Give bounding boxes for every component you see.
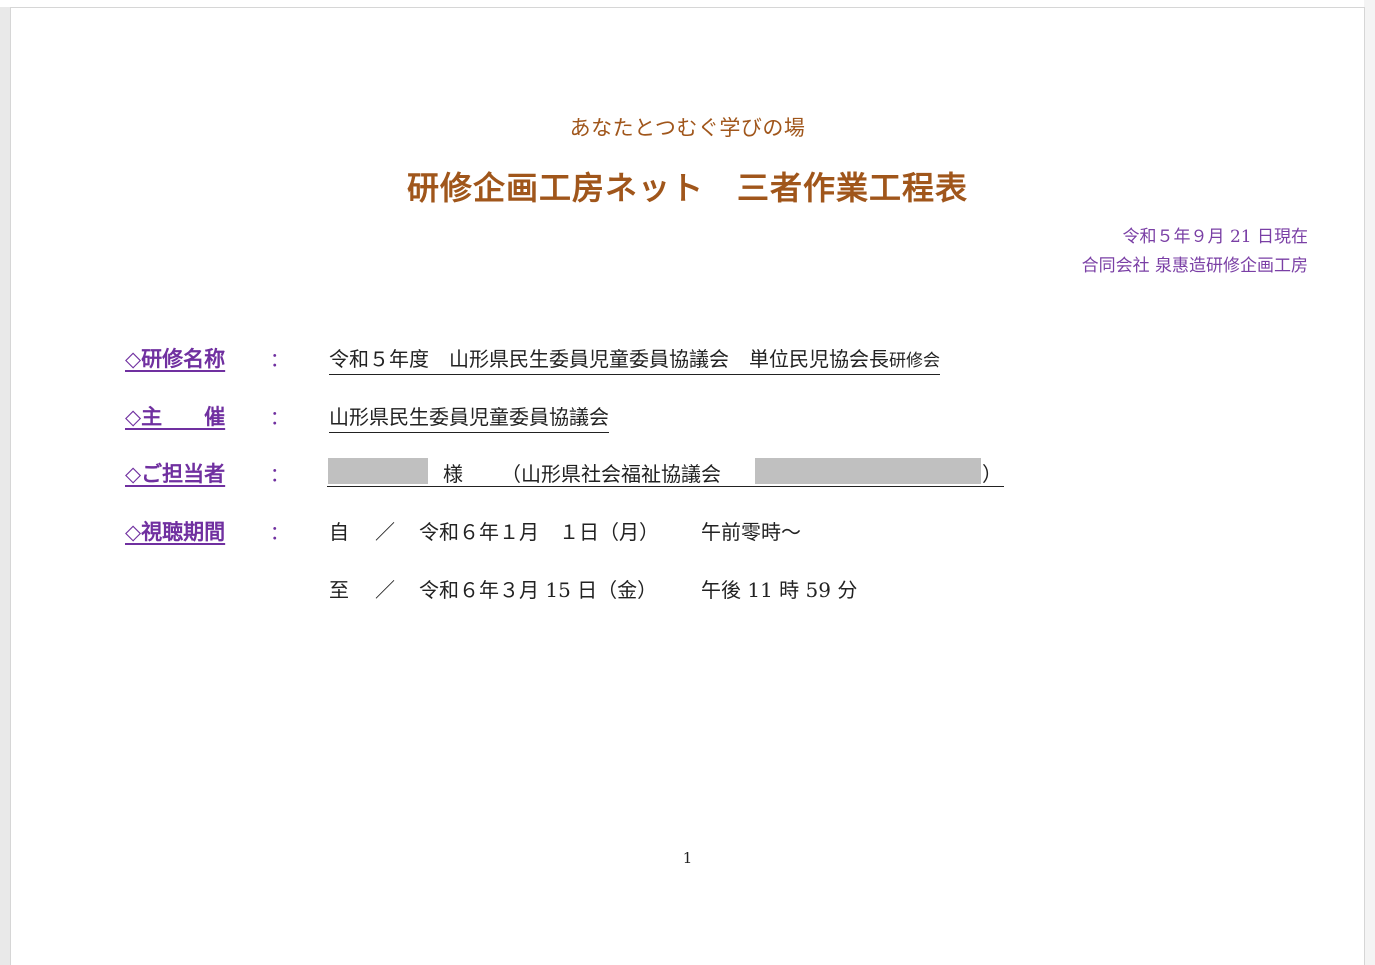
field-row-contact: ◇ご担当者 ： 様 （山形県社会福祉協議会 ） [11,458,1364,488]
period-to-date: 令和６年３月 15 日（金） [419,578,658,602]
field-row-period-to: 至 ／ 令和６年３月 15 日（金） 午後 11 時 59 分 [11,574,1364,604]
contact-close-paren: ） [982,462,1002,486]
period-from-date: 令和６年１月 １日（月） [419,520,659,544]
field-colon: ： [270,407,290,429]
document-title: 研修企画工房ネット 三者作業工程表 [406,169,968,207]
period-to-time: 午後 11 時 59 分 [701,578,858,602]
as-of-date: 令和５年９月 21 日現在 [1122,227,1308,247]
field-colon: ： [270,349,290,371]
company-name: 合同会社 泉惠造研修企画工房 [1081,256,1308,276]
period-from-marker: 自 [329,520,349,544]
field-row-period-from: ◇視聴期間 ： 自 ／ 令和６年１月 １日（月） 午前零時～ [11,516,1364,546]
field-label-contact: ◇ご担当者 [125,461,226,486]
document-viewer: あなたとつむぐ学びの場 研修企画工房ネット 三者作業工程表 令和５年９月 21 … [0,0,1375,965]
contact-value: 様 （山形県社会福祉協議会 ） [327,458,1004,487]
training-name-suffix: 研修会 [889,351,940,371]
field-value-training-name: 令和５年度 山形県民生委員児童委員協議会 単位民児協会長研修会 [329,343,940,375]
viewer-top-edge [0,0,1375,7]
document-page: あなたとつむぐ学びの場 研修企画工房ネット 三者作業工程表 令和５年９月 21 … [10,7,1365,965]
redacted-contact-department [755,458,981,484]
period-from-time: 午前零時～ [701,520,801,544]
contact-honorific: 様 [443,462,463,486]
contact-organization: （山形県社会福祉協議会 [501,462,721,486]
field-label-training-name: ◇研修名称 [125,346,226,371]
field-label-period: ◇視聴期間 [125,519,226,544]
document-subtitle: あなたとつむぐ学びの場 [569,116,806,140]
field-colon: ： [270,464,290,486]
field-row-training-name: ◇研修名称 ： 令和５年度 山形県民生委員児童委員協議会 単位民児協会長研修会 [11,343,1364,375]
field-colon: ： [270,522,290,544]
page-number: 1 [682,849,693,867]
training-name-main: 令和５年度 山形県民生委員児童委員協議会 単位民児協会長 [329,347,889,371]
period-to-marker: 至 [329,578,349,602]
field-value-organizer: 山形県民生委員児童委員協議会 [329,401,609,433]
period-from-slash: ／ [375,520,395,544]
field-row-organizer: ◇主 催 ： 山形県民生委員児童委員協議会 [11,401,1364,433]
field-label-organizer: ◇主 催 [125,404,226,429]
period-to-slash: ／ [375,578,395,602]
viewer-scrollbar[interactable] [1364,0,1375,965]
redacted-contact-name [328,458,428,484]
